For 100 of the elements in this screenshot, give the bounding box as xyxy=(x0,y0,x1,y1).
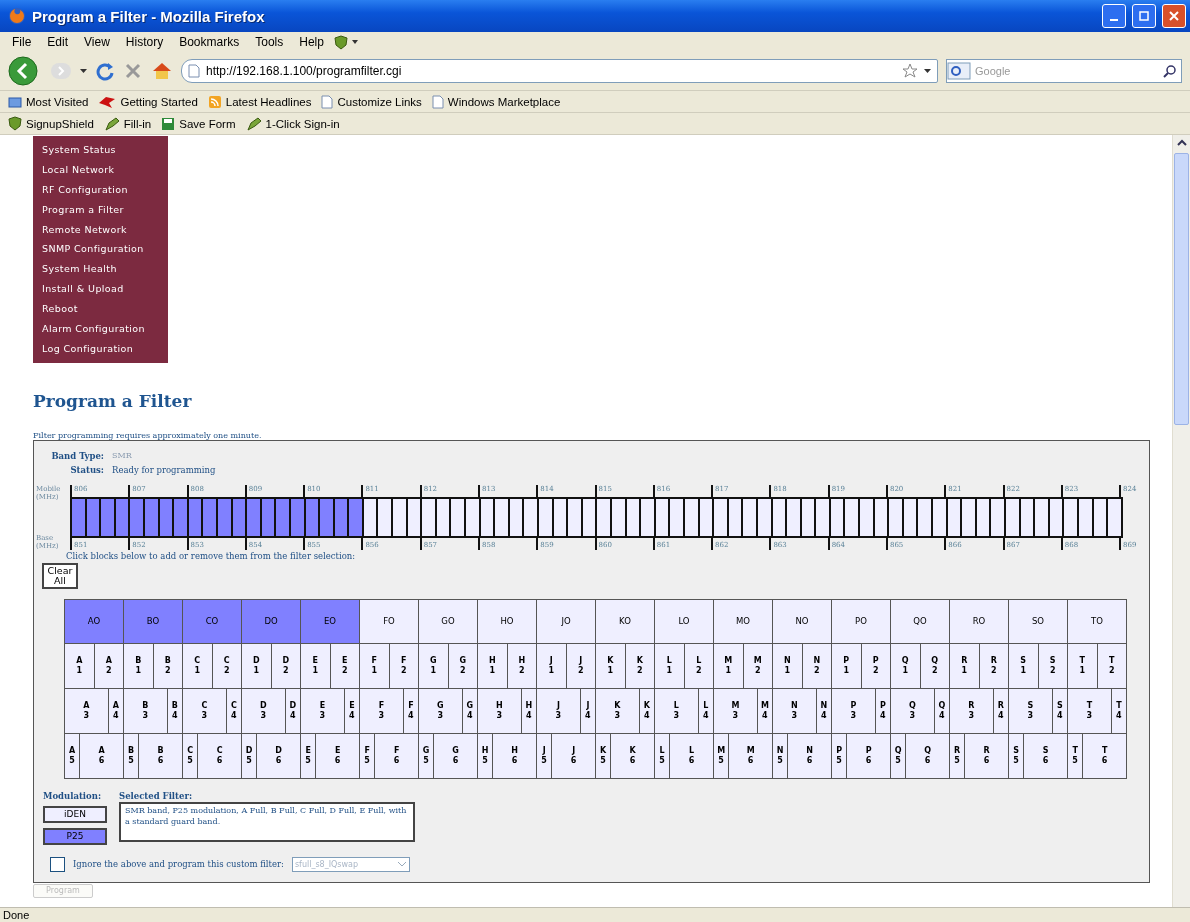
channel-block[interactable]: A 6 xyxy=(79,733,123,778)
band-block[interactable] xyxy=(668,498,683,536)
channel-block[interactable]: C 3 xyxy=(183,688,226,733)
menu-item[interactable]: History xyxy=(119,35,170,49)
channel-block[interactable]: N 5 xyxy=(773,733,788,778)
star-icon[interactable] xyxy=(902,63,918,79)
channel-block[interactable]: F 5 xyxy=(360,733,375,778)
channel-block[interactable]: G 3 xyxy=(419,688,462,733)
band-block[interactable] xyxy=(595,498,610,536)
channel-block[interactable]: M 6 xyxy=(728,733,772,778)
channel-group-block[interactable]: QO xyxy=(891,599,949,644)
modulation-button[interactable]: P25 xyxy=(43,827,107,845)
band-block[interactable] xyxy=(960,498,975,536)
channel-block[interactable]: J 1 xyxy=(537,643,566,688)
menu-item[interactable]: Bookmarks xyxy=(173,35,246,49)
channel-block[interactable]: M 5 xyxy=(714,733,729,778)
scrollbar[interactable] xyxy=(1172,135,1190,907)
channel-group-block[interactable]: HO xyxy=(478,599,536,644)
address-field[interactable]: http://192.168.1.100/programfilter.cgi xyxy=(181,59,938,83)
channel-block[interactable]: L 1 xyxy=(655,643,684,688)
channel-group-block[interactable]: NO xyxy=(773,599,831,644)
channel-block[interactable]: A 1 xyxy=(65,643,94,688)
sidebar-item[interactable]: Install & Upload xyxy=(33,279,168,300)
band-block[interactable] xyxy=(537,498,552,536)
sidebar-item[interactable]: System Status xyxy=(33,140,168,160)
channel-block[interactable]: N 3 xyxy=(773,688,816,733)
channel-block[interactable]: P 3 xyxy=(832,688,875,733)
menu-item[interactable]: Edit xyxy=(41,35,75,49)
channel-block[interactable]: D 1 xyxy=(242,643,271,688)
channel-block[interactable]: R 1 xyxy=(950,643,979,688)
channel-group-block[interactable]: EO xyxy=(301,599,359,644)
channel-group-block[interactable]: PO xyxy=(832,599,890,644)
band-block[interactable] xyxy=(916,498,932,536)
band-block[interactable] xyxy=(785,498,800,536)
bookmark-item[interactable]: Latest Headlines xyxy=(207,94,312,109)
band-block[interactable] xyxy=(566,498,581,536)
channel-block[interactable]: J 5 xyxy=(537,733,552,778)
channel-group-block[interactable]: AO xyxy=(65,599,123,644)
channel-block[interactable]: J 3 xyxy=(537,688,580,733)
channel-block[interactable]: H 3 xyxy=(478,688,521,733)
home-icon[interactable] xyxy=(151,61,173,81)
channel-block[interactable]: S 6 xyxy=(1023,733,1067,778)
band-block[interactable] xyxy=(245,498,260,536)
clear-all-button[interactable]: Clear All xyxy=(42,562,78,589)
channel-group-block[interactable]: TO xyxy=(1068,599,1126,644)
band-block[interactable] xyxy=(887,498,902,536)
menu-item[interactable]: Help xyxy=(293,35,330,49)
channel-block[interactable]: S 1 xyxy=(1009,643,1038,688)
channel-block[interactable]: L 6 xyxy=(669,733,713,778)
channel-block[interactable]: R 6 xyxy=(964,733,1008,778)
channel-block[interactable]: T 6 xyxy=(1082,733,1126,778)
sidebar-item[interactable]: Log Configuration xyxy=(33,338,168,359)
channel-block[interactable]: D 6 xyxy=(256,733,300,778)
band-block[interactable] xyxy=(464,498,479,536)
channel-block[interactable]: B 6 xyxy=(138,733,182,778)
band-block[interactable] xyxy=(639,498,654,536)
band-block[interactable] xyxy=(376,498,392,536)
channel-block[interactable]: G 1 xyxy=(419,643,448,688)
band-block[interactable] xyxy=(201,498,216,536)
channel-group-block[interactable]: BO xyxy=(124,599,182,644)
band-block[interactable] xyxy=(522,498,537,536)
channel-block[interactable]: C 1 xyxy=(183,643,212,688)
band-block[interactable] xyxy=(172,498,187,536)
band-block[interactable] xyxy=(1004,498,1019,536)
band-block[interactable] xyxy=(274,498,289,536)
menu-item[interactable]: View xyxy=(78,35,116,49)
band-block[interactable] xyxy=(391,498,406,536)
channel-group-block[interactable]: JO xyxy=(537,599,595,644)
channel-block[interactable]: P 5 xyxy=(832,733,847,778)
maximize-button[interactable] xyxy=(1132,4,1156,28)
toolbar-item[interactable]: Save Form xyxy=(161,116,236,131)
menu-item[interactable]: Tools xyxy=(249,35,290,49)
channel-block[interactable]: J 6 xyxy=(551,733,595,778)
close-button[interactable] xyxy=(1162,4,1186,28)
channel-block[interactable]: M 1 xyxy=(714,643,743,688)
channel-block[interactable]: H 1 xyxy=(478,643,507,688)
channel-block[interactable]: K 6 xyxy=(610,733,654,778)
sidebar-item[interactable]: Alarm Configuration xyxy=(33,319,168,339)
channel-group-block[interactable]: RO xyxy=(950,599,1008,644)
channel-block[interactable]: A 3 xyxy=(65,688,108,733)
channel-block[interactable]: T 3 xyxy=(1068,688,1111,733)
channel-block[interactable]: B 1 xyxy=(124,643,153,688)
channel-block[interactable]: C 5 xyxy=(183,733,198,778)
band-block[interactable] xyxy=(814,498,829,536)
band-block[interactable] xyxy=(989,498,1004,536)
band-block[interactable] xyxy=(858,498,873,536)
bookmark-item[interactable]: Getting Started xyxy=(98,94,198,109)
channel-block[interactable]: F 1 xyxy=(360,643,389,688)
bookmark-item[interactable]: Most Visited xyxy=(8,95,89,108)
channel-group-block[interactable]: LO xyxy=(655,599,713,644)
menu-item[interactable]: File xyxy=(6,35,38,49)
channel-block[interactable]: A 5 xyxy=(65,733,80,778)
band-block[interactable] xyxy=(128,498,143,536)
sidebar-item[interactable]: Program a Filter xyxy=(33,199,168,220)
channel-block[interactable]: B 5 xyxy=(124,733,139,778)
channel-block[interactable]: E 1 xyxy=(301,643,330,688)
channel-block[interactable]: G 5 xyxy=(419,733,434,778)
channel-block[interactable]: M 3 xyxy=(714,688,757,733)
band-block[interactable] xyxy=(741,498,756,536)
channel-block[interactable]: L 5 xyxy=(655,733,670,778)
